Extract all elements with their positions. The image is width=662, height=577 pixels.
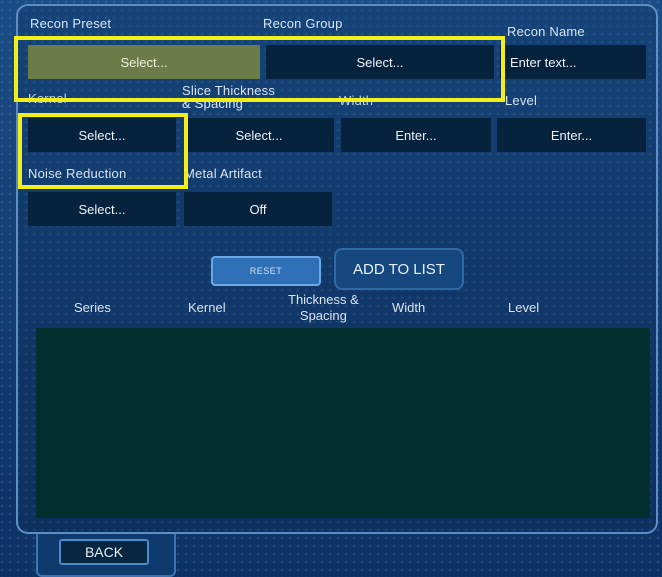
reset-button[interactable]: RESET [211, 256, 321, 286]
recon-name-label: Recon Name [507, 24, 585, 39]
noise-reduction-label: Noise Reduction [28, 166, 127, 181]
column-kernel: Kernel [188, 300, 226, 315]
slice-thickness-select[interactable]: Select... [184, 118, 334, 152]
column-level: Level [508, 300, 540, 315]
recon-preset-select[interactable]: Select... [28, 45, 260, 79]
kernel-label: Kernel [28, 91, 67, 106]
recon-list[interactable] [36, 328, 650, 518]
column-series: Series [74, 300, 111, 315]
column-thickness-line1: Thickness & [288, 292, 359, 307]
slice-thickness-label-line2: & Spacing [182, 96, 244, 111]
level-input[interactable]: Enter... [497, 118, 646, 152]
slice-thickness-label: Slice Thickness & Spacing [182, 84, 275, 110]
column-thickness-spacing: Thickness & Spacing [288, 292, 359, 324]
width-label: Width [339, 93, 374, 108]
noise-reduction-select[interactable]: Select... [28, 192, 176, 226]
recon-name-input[interactable]: Enter text... [500, 45, 646, 79]
kernel-select[interactable]: Select... [28, 118, 176, 152]
back-button[interactable]: BACK [59, 539, 149, 565]
recon-group-label: Recon Group [263, 16, 343, 31]
add-to-list-button[interactable]: ADD TO LIST [334, 248, 464, 290]
metal-artifact-label: Metal Artifact [184, 166, 262, 181]
level-label: Level [505, 93, 538, 108]
recon-group-select[interactable]: Select... [266, 45, 494, 79]
width-input[interactable]: Enter... [341, 118, 491, 152]
column-width: Width [392, 300, 426, 315]
column-thickness-line2: Spacing [299, 308, 347, 323]
metal-artifact-select[interactable]: Off [184, 192, 332, 226]
recon-preset-label: Recon Preset [30, 16, 112, 31]
